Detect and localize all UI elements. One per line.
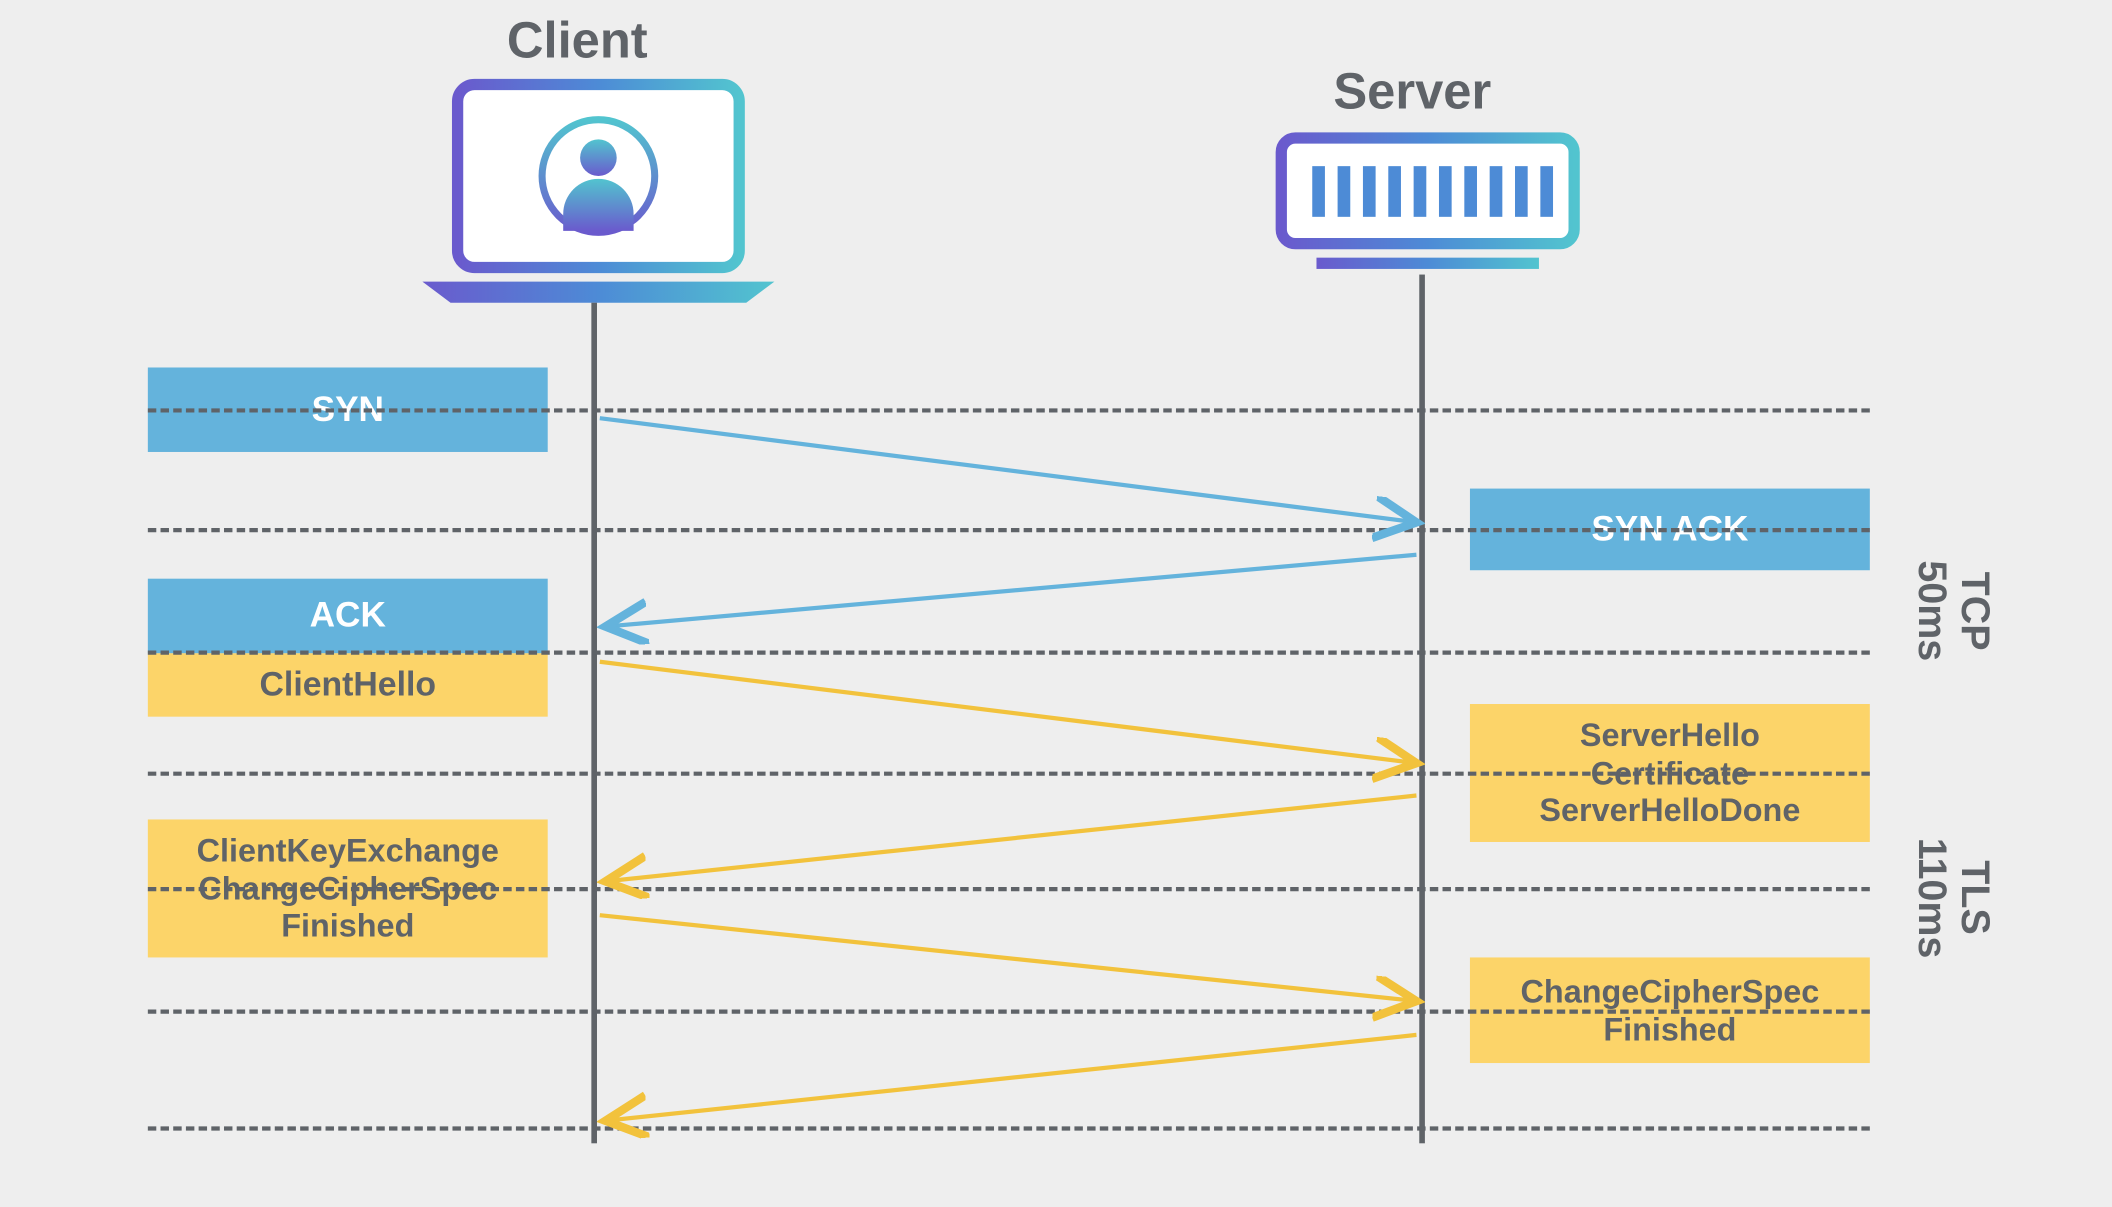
annotation-tls: TLS 110ms	[1909, 838, 1996, 959]
arrow-synack	[605, 555, 1416, 627]
guide-line	[148, 887, 1870, 891]
box-ack: ACK	[148, 579, 548, 654]
annotation-tls-label: TLS	[1954, 861, 1998, 935]
guide-line	[148, 650, 1870, 654]
annotation-tcp: TCP 50ms	[1909, 560, 1996, 661]
guide-line	[148, 528, 1870, 532]
arrow-syn	[600, 418, 1417, 522]
guide-line	[148, 408, 1870, 412]
arrow-clienthello	[600, 662, 1417, 763]
annotation-tcp-label: TCP	[1954, 571, 1998, 650]
annotation-tcp-time: 50ms	[1910, 560, 1954, 661]
server-title: Server	[1333, 62, 1491, 121]
box-client-hello: ClientHello	[148, 653, 548, 716]
arrow-clientkey	[600, 915, 1417, 1001]
client-icon	[422, 84, 774, 302]
guide-line	[148, 772, 1870, 776]
client-title: Client	[507, 11, 648, 70]
guide-line	[148, 1010, 1870, 1014]
client-lifeline	[591, 303, 597, 1144]
server-icon	[1281, 138, 1574, 269]
arrow-serverhello	[605, 796, 1416, 882]
arrow-servercipher	[605, 1035, 1416, 1121]
annotation-tls-time: 110ms	[1910, 838, 1954, 959]
sequence-diagram: Client Server	[0, 0, 2112, 1204]
guide-line	[148, 1126, 1870, 1130]
